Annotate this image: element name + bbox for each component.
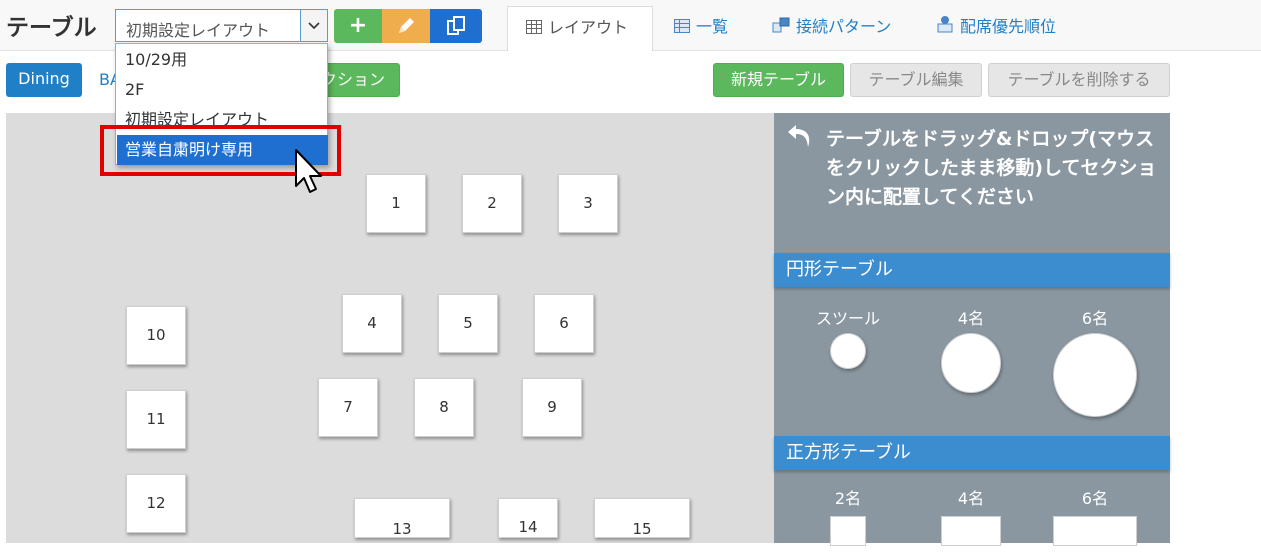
square-2-label: 2名 [834,489,862,508]
stool-label: スツール [815,309,880,328]
tab-connection-label: 接続パターン [796,17,892,36]
priority-icon [936,7,954,49]
round-6-table-template[interactable] [1053,333,1137,417]
table-item[interactable]: 5 [438,294,498,353]
delete-table-button[interactable]: テーブルを削除する [988,63,1170,97]
round-table-heading: 円形テーブル [774,253,1170,287]
square-2-table-template[interactable] [830,516,866,546]
mouse-cursor-icon [295,149,322,193]
tab-priority-label: 配席優先順位 [960,17,1057,36]
square-4-table-template[interactable] [941,516,1001,546]
chevron-down-icon[interactable] [300,10,327,41]
round-4-label: 4名 [957,309,985,328]
list-icon [674,7,690,49]
pencil-icon [399,18,414,33]
edit-table-button[interactable]: テーブル編集 [850,63,982,97]
round-4-table-template[interactable] [941,333,1001,393]
table-item[interactable]: 11 [126,390,186,449]
copy-icon [447,16,465,35]
new-table-button[interactable]: 新規テーブル [713,63,844,97]
table-item[interactable]: 14 [498,498,558,538]
tab-layout[interactable]: レイアウト [507,6,653,51]
connect-icon [772,7,790,49]
layout-select-value: 初期設定レイアウト [126,21,271,40]
tab-list[interactable]: 一覧 [674,6,754,51]
square-table-heading: 正方形テーブル [774,436,1170,470]
plus-icon: + [348,13,368,38]
section-dining-button[interactable]: Dining [6,63,82,97]
table-item[interactable]: 10 [126,306,186,365]
stool-table-template[interactable] [830,333,866,369]
table-item[interactable]: 13 [354,498,450,538]
add-layout-button[interactable]: + [334,9,382,43]
square-4-label: 4名 [957,489,985,508]
page-title: テーブル [6,15,97,41]
table-item[interactable]: 3 [558,174,618,233]
grid-icon [526,8,542,50]
table-item[interactable]: 9 [522,378,582,437]
table-item[interactable]: 6 [534,294,594,353]
square-6-table-template[interactable] [1053,516,1137,546]
tab-connection[interactable]: 接続パターン [772,6,912,51]
square-6-label: 6名 [1081,489,1109,508]
tab-list-label: 一覧 [696,17,729,36]
table-item[interactable]: 1 [366,174,426,233]
layout-select[interactable]: 初期設定レイアウト [115,9,328,42]
panel-title: テーブルをドラッグ&ドロップ(マウスをクリックしたまま移動)してセクション内に配… [826,128,1157,208]
round-6-label: 6名 [1081,309,1109,328]
copy-layout-button[interactable] [430,9,482,43]
table-item[interactable]: 12 [126,474,186,533]
table-item[interactable]: 4 [342,294,402,353]
tab-layout-label: レイアウト [548,18,629,37]
table-item[interactable]: 15 [594,498,690,538]
table-item[interactable]: 8 [414,378,474,437]
tab-priority[interactable]: 配席優先順位 [936,6,1076,51]
edit-layout-button[interactable] [382,9,430,43]
table-palette-panel: テーブルをドラッグ&ドロップ(マウスをクリックしたまま移動)してセクション内に配… [774,113,1170,546]
dropdown-option[interactable]: 10/29用 [117,45,328,75]
table-item[interactable]: 7 [318,378,378,437]
table-item[interactable]: 2 [462,174,522,233]
dropdown-option[interactable]: 2F [117,75,328,105]
